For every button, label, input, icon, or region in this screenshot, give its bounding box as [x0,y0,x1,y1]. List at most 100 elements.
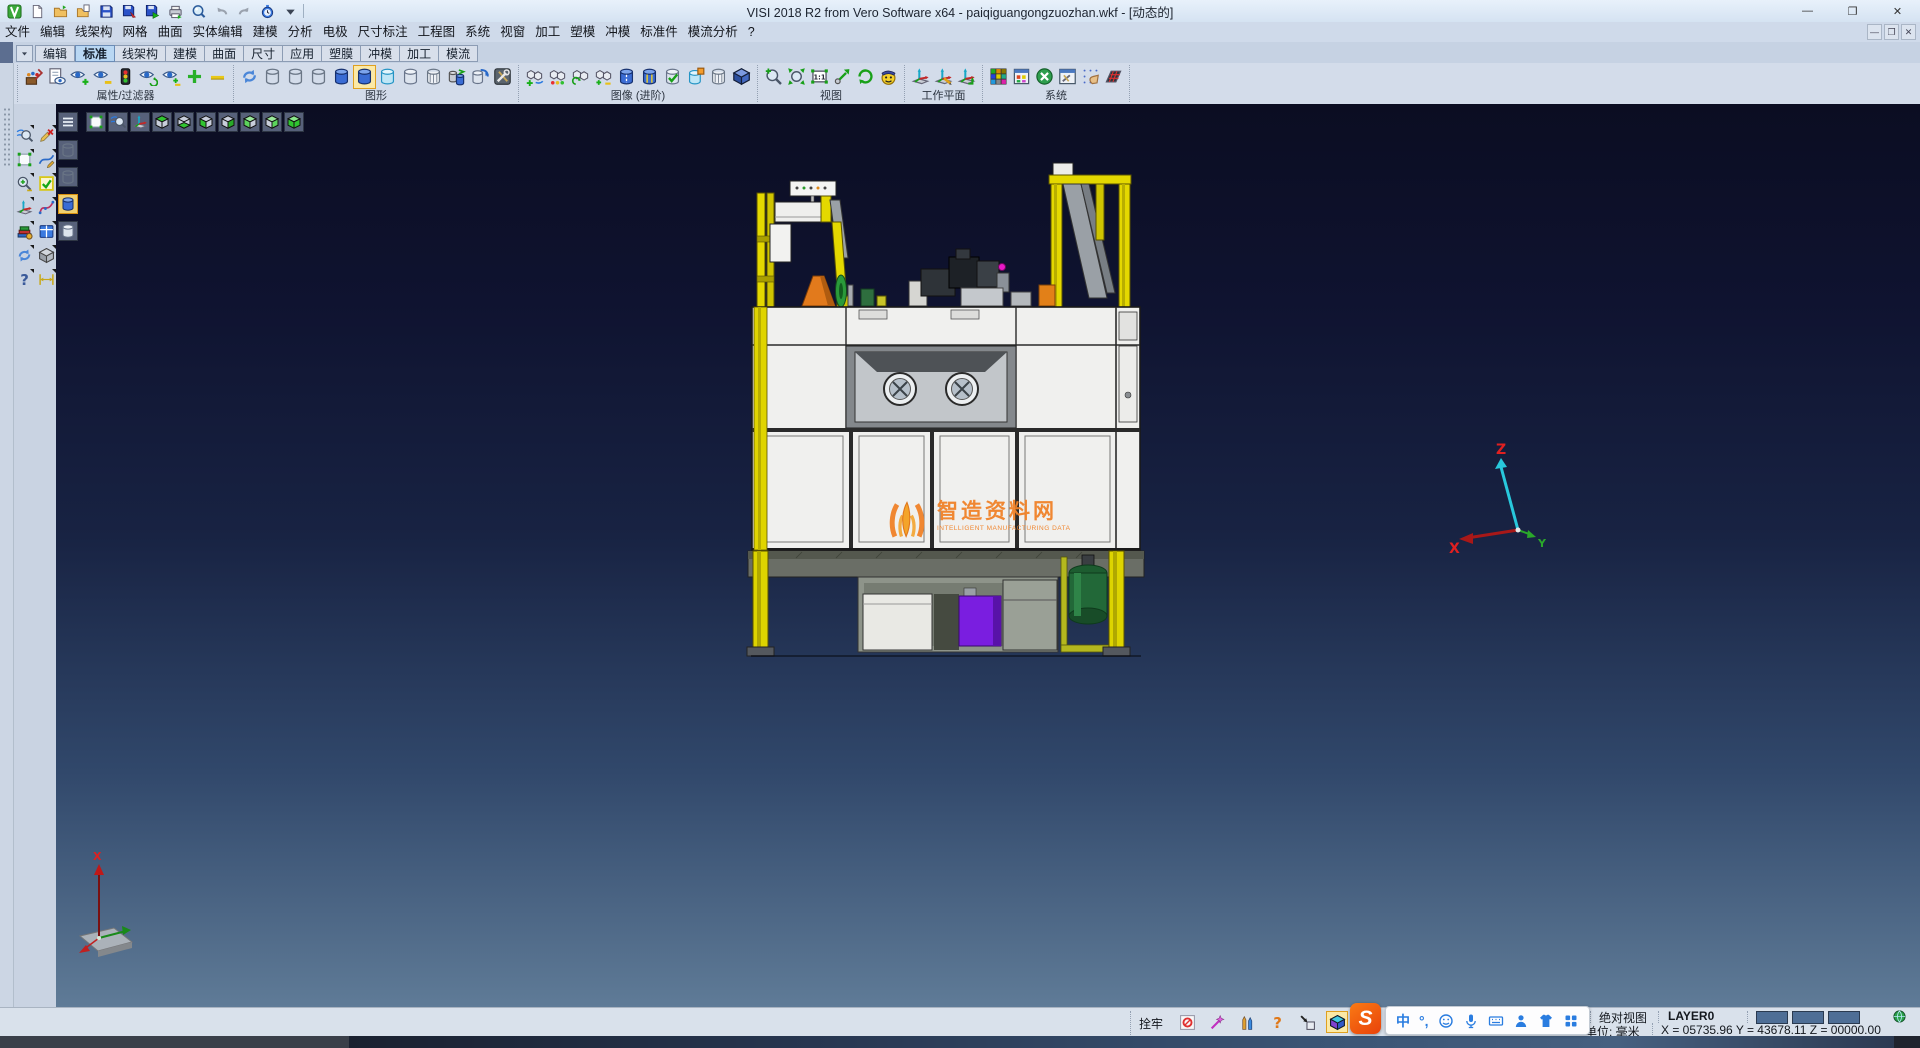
window-layout-button[interactable] [36,221,56,241]
ime-keyboard-icon[interactable] [1488,1013,1504,1029]
sogou-logo[interactable]: S [1350,1003,1381,1034]
tab-item[interactable]: 加工 [400,45,439,62]
menu-item[interactable]: 工程图 [413,22,461,42]
selection-filter-button[interactable] [114,65,137,89]
workplane-view-button[interactable] [909,65,932,89]
ime-skin-icon[interactable] [1538,1013,1554,1029]
zoom-1to1-button[interactable] [808,65,831,89]
regenerate-button[interactable] [14,245,34,265]
redo-button[interactable] [234,2,254,20]
view-appearance-button[interactable] [877,65,900,89]
window-tools-button[interactable] [1056,65,1079,89]
modify-curve-button[interactable] [36,149,56,169]
lock-status-label[interactable]: 拴牢 [1139,1015,1163,1032]
view-right-button[interactable] [262,112,282,132]
zoom-window-button[interactable] [14,149,34,169]
hidden-line-view-button[interactable] [284,65,307,89]
tab-item[interactable]: 线架构 [115,45,166,62]
print-preview-button[interactable] [188,2,208,20]
open-project-button[interactable] [73,2,93,20]
regen-graphics-button[interactable] [238,65,261,89]
workplane-orientation-button[interactable] [14,197,34,217]
solids-filter-button[interactable] [546,65,569,89]
menu-item[interactable]: ? [743,22,760,42]
graphics-settings-button[interactable] [491,65,514,89]
view-axes-button[interactable] [130,112,150,132]
menu-item[interactable]: 塑模 [565,22,600,42]
view-bottom-button[interactable] [174,112,194,132]
tab-item[interactable]: 应用 [283,45,322,62]
tab-list-dropdown-button[interactable] [16,45,33,62]
shaded-edges-view-button[interactable] [353,65,376,89]
measure-button[interactable] [36,269,56,289]
mdi-restore-button[interactable]: ❐ [1884,24,1899,40]
render-solid-button[interactable] [730,65,753,89]
view-zoom-button[interactable] [108,112,128,132]
wireframe-view-button[interactable] [261,65,284,89]
workplane-step-button[interactable] [955,65,978,89]
pan-view-button[interactable] [831,65,854,89]
tab-item[interactable]: 曲面 [205,45,244,62]
menu-item[interactable]: 尺寸标注 [353,22,413,42]
flat-view-button[interactable] [399,65,422,89]
menu-item[interactable]: 系统 [460,22,495,42]
ime-toolbox-icon[interactable] [1563,1013,1579,1029]
show-all-button[interactable] [183,65,206,89]
spline-edit-button[interactable] [36,197,56,217]
active-layer-status[interactable]: LAYER0 [1668,1009,1714,1023]
render-mode-status-button[interactable] [1326,1011,1348,1033]
tag-solid-button[interactable] [684,65,707,89]
snap-grid-button[interactable] [1079,65,1102,89]
view-front-button[interactable] [196,112,216,132]
color-edit-status-button[interactable] [1236,1011,1258,1033]
solid-display-button[interactable] [36,245,56,265]
refresh-visibility-button[interactable] [137,65,160,89]
selection-filter-status-button[interactable] [1176,1011,1198,1033]
hatch-solid-button[interactable] [707,65,730,89]
show-entities-button[interactable] [68,65,91,89]
tab-item[interactable]: 编辑 [35,45,75,62]
ime-mode-button[interactable]: 中 [1396,1011,1410,1031]
quick-access-more-button[interactable] [280,2,300,20]
hatched-view-button[interactable] [422,65,445,89]
view-iso-button[interactable] [284,112,304,132]
window-colors-button[interactable] [1010,65,1033,89]
zoom-extents-button[interactable] [785,65,808,89]
regen-solids-button[interactable] [569,65,592,89]
view-frame-button[interactable] [86,112,106,132]
ime-voice-icon[interactable] [1463,1013,1479,1029]
menu-item[interactable]: 冲模 [600,22,635,42]
print-button[interactable] [165,2,185,20]
menu-item[interactable]: 编辑 [35,22,70,42]
menu-item[interactable]: 视窗 [495,22,530,42]
view-back-button[interactable] [218,112,238,132]
highlight-status-button[interactable] [1206,1011,1228,1033]
striped-solid-button[interactable] [638,65,661,89]
menu-item[interactable]: 电极 [318,22,353,42]
new-file-button[interactable] [27,2,47,20]
hide-entities-button[interactable] [91,65,114,89]
validate-solid-button[interactable] [661,65,684,89]
menu-item[interactable]: 加工 [530,22,565,42]
color-palette-button[interactable] [987,65,1010,89]
delete-entities-button[interactable] [36,125,56,145]
shaded-view-button[interactable] [330,65,353,89]
dynamic-zoom-button[interactable] [14,125,34,145]
visi-logo[interactable] [4,2,24,20]
ime-emoji-icon[interactable] [1438,1013,1454,1029]
history-button[interactable] [257,2,277,20]
export-view-status-button[interactable] [1296,1011,1318,1033]
convert-graphics-button[interactable] [468,65,491,89]
hidden-line-mode-button[interactable] [58,167,78,187]
menu-item[interactable]: 曲面 [153,22,188,42]
menu-item[interactable]: 实体编辑 [188,22,248,42]
help-button[interactable] [14,269,34,289]
left-panel-edge[interactable] [0,63,14,1007]
save-all-button[interactable] [142,2,162,20]
hide-all-button[interactable] [206,65,229,89]
attributes-info-button[interactable] [45,65,68,89]
toggle-solids-button[interactable] [592,65,615,89]
copy-graphics-button[interactable] [445,65,468,89]
tab-item[interactable]: 模流 [439,45,478,62]
shaded-mode-button[interactable] [58,194,78,214]
